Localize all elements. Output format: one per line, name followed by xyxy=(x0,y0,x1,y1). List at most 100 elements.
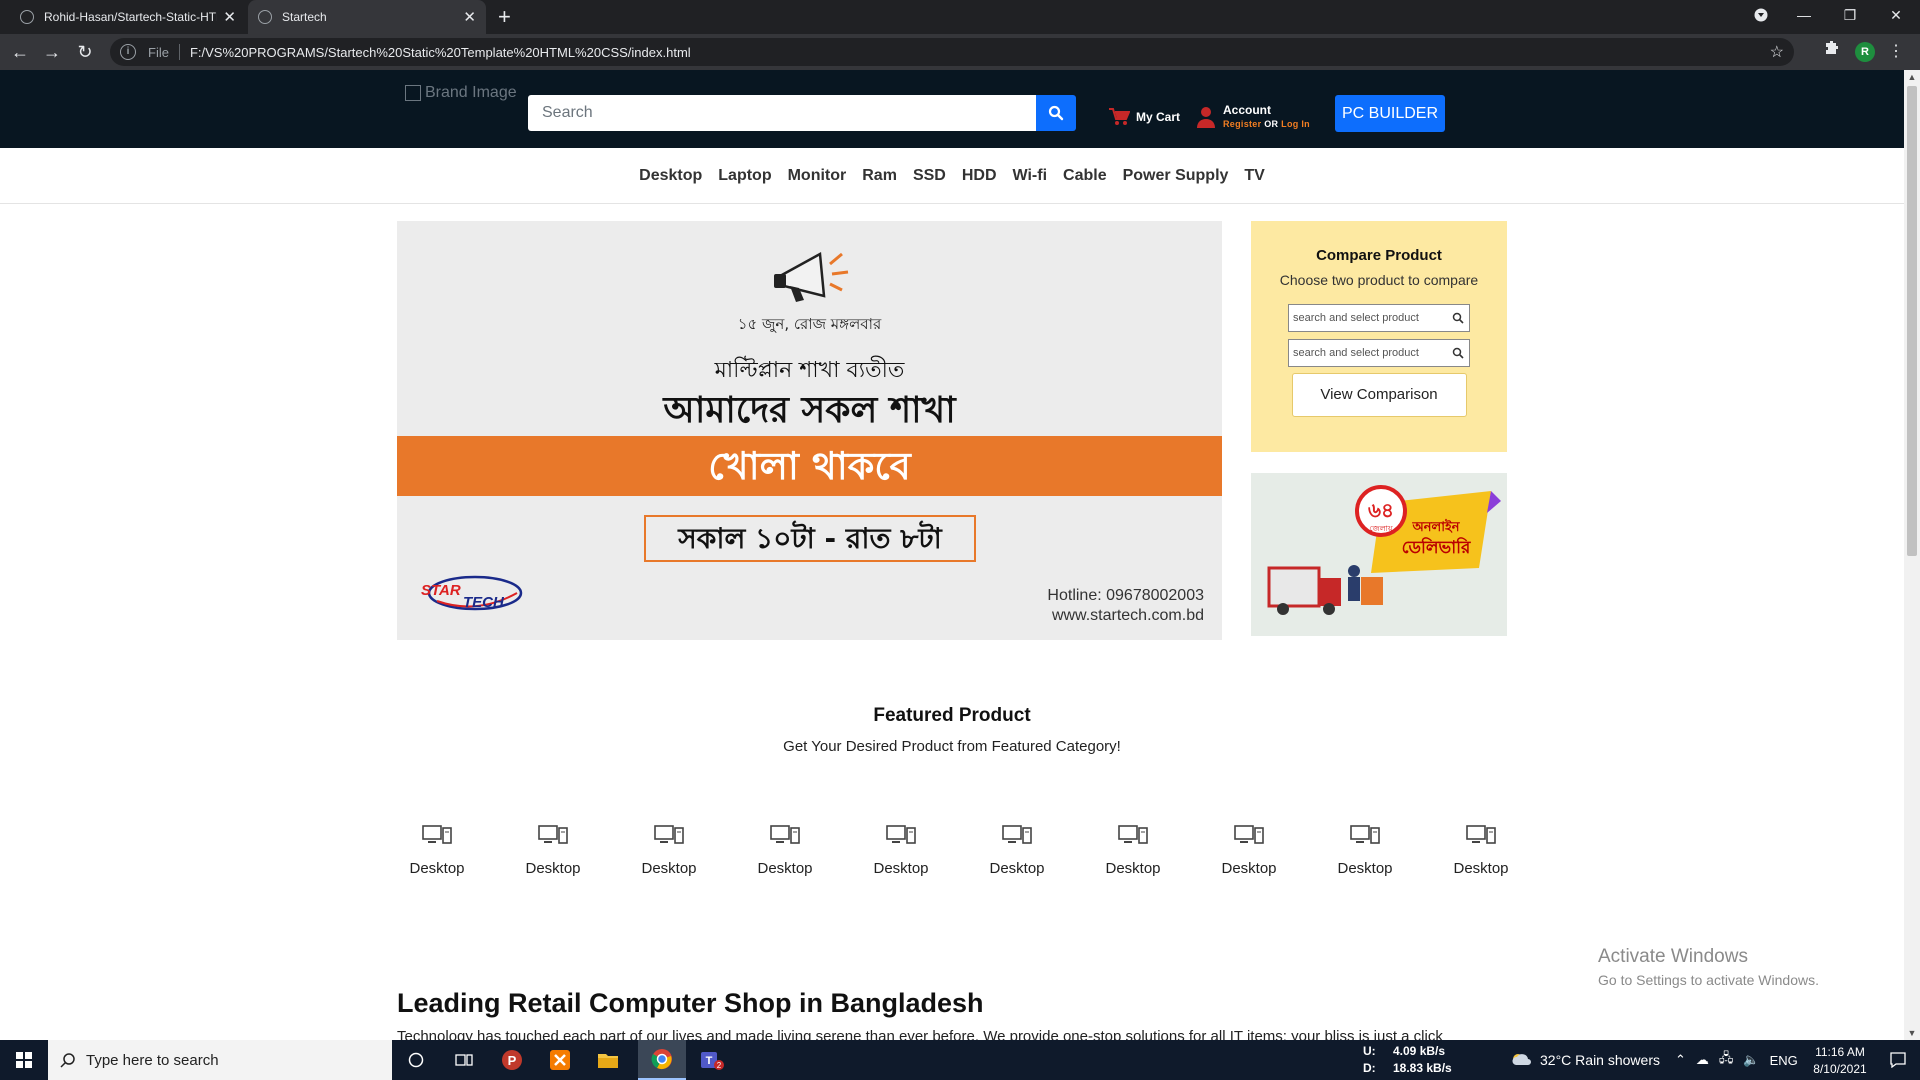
tab-github[interactable]: Rohid-Hasan/Startech-Static-HTML ✕ xyxy=(10,0,246,34)
register-link[interactable]: Register xyxy=(1223,119,1261,129)
minimize-button[interactable]: — xyxy=(1781,0,1827,30)
chrome-icon[interactable] xyxy=(638,1040,686,1080)
svg-text:TECH: TECH xyxy=(463,594,505,611)
megaphone-icon xyxy=(774,251,849,302)
desktop-icon xyxy=(886,825,916,844)
github-icon xyxy=(20,10,34,24)
profile-avatar[interactable]: R xyxy=(1855,42,1875,62)
featured-item[interactable]: Desktop xyxy=(861,824,941,877)
search-input[interactable]: Search xyxy=(528,95,1036,131)
nav-item-desktop[interactable]: Desktop xyxy=(639,167,702,185)
language-indicator[interactable]: ENG xyxy=(1770,1053,1798,1068)
featured-item[interactable]: Desktop xyxy=(1441,824,1521,877)
nav-item-ssd[interactable]: SSD xyxy=(913,167,946,185)
file-explorer-icon[interactable] xyxy=(584,1040,632,1080)
forward-icon[interactable]: → xyxy=(40,40,64,64)
notification-center-button[interactable] xyxy=(1876,1040,1920,1080)
extensions-icon[interactable] xyxy=(1820,40,1844,64)
compare-subtitle: Choose two product to compare xyxy=(1279,272,1479,288)
url-text[interactable]: F:/VS%20PROGRAMS/Startech%20Static%20Tem… xyxy=(190,45,691,60)
menu-dots-icon[interactable]: ⋮ xyxy=(1884,40,1908,64)
network-icon[interactable]: 🖧 xyxy=(1719,1049,1734,1071)
compare-input-2[interactable]: search and select product xyxy=(1288,339,1470,367)
address-bar[interactable]: i File F:/VS%20PROGRAMS/Startech%20Stati… xyxy=(110,38,1794,66)
featured-item-label: Desktop xyxy=(1453,860,1509,877)
featured-item-label: Desktop xyxy=(409,860,465,877)
hero-banner[interactable]: ১৫ জুন, রোজ মঙ্গলবার মাল্টিপ্লান শাখা ব্… xyxy=(397,221,1222,640)
account-text: Account Register OR Log In xyxy=(1223,103,1310,131)
onedrive-icon[interactable]: ☁ xyxy=(1696,1052,1709,1068)
cart-link[interactable]: My Cart xyxy=(1108,107,1180,127)
desktop-icon xyxy=(1118,825,1148,844)
nav-item-laptop[interactable]: Laptop xyxy=(718,167,771,185)
nav-item-hdd[interactable]: HDD xyxy=(962,167,997,185)
back-icon[interactable]: ← xyxy=(8,40,32,64)
featured-item-label: Desktop xyxy=(757,860,813,877)
postman-icon[interactable]: P xyxy=(488,1040,536,1080)
account-link[interactable]: Account Register OR Log In xyxy=(1197,103,1310,131)
reload-icon[interactable]: ↻ xyxy=(73,40,97,64)
restore-button[interactable]: ❐ xyxy=(1827,0,1873,30)
featured-item[interactable]: Desktop xyxy=(629,824,709,877)
nav-item-tv[interactable]: TV xyxy=(1244,167,1264,185)
close-tab-icon[interactable]: ✕ xyxy=(463,8,476,26)
leading-paragraph: Technology has touched each part of our … xyxy=(397,1028,1443,1040)
volume-icon[interactable]: 🔈 xyxy=(1743,1052,1759,1068)
task-view-icon[interactable] xyxy=(440,1040,488,1080)
taskbar-search-placeholder: Type here to search xyxy=(86,1051,219,1069)
xampp-icon[interactable] xyxy=(536,1040,584,1080)
search-button[interactable] xyxy=(1036,95,1076,131)
svg-text:অনলাইন: অনলাইন xyxy=(1412,518,1461,535)
login-link[interactable]: Log In xyxy=(1281,119,1310,129)
account-label: Account xyxy=(1223,103,1271,117)
delivery-ad[interactable]: ৬৪ জেলায় অনলাইন ডেলিভারি xyxy=(1251,473,1507,636)
cortana-icon[interactable] xyxy=(392,1040,440,1080)
nav-item-ram[interactable]: Ram xyxy=(862,167,897,185)
nav-item-monitor[interactable]: Monitor xyxy=(788,167,847,185)
featured-item[interactable]: Desktop xyxy=(1209,824,1289,877)
svg-text:জেলায়: জেলায় xyxy=(1369,524,1393,533)
start-button[interactable] xyxy=(0,1040,48,1080)
nav-item-wifi[interactable]: Wi-fi xyxy=(1013,167,1048,185)
close-window-button[interactable]: ✕ xyxy=(1873,0,1919,30)
close-tab-icon[interactable]: ✕ xyxy=(223,8,236,26)
featured-item[interactable]: Desktop xyxy=(1325,824,1405,877)
featured-subtitle: Get Your Desired Product from Featured C… xyxy=(783,738,1121,755)
banner-strip: খোলা থাকবে xyxy=(397,436,1222,496)
scroll-down-icon[interactable]: ▼ xyxy=(1904,1028,1920,1038)
bookmark-star-icon[interactable]: ☆ xyxy=(1770,42,1784,62)
page-scrollbar[interactable]: ▲ ▼ xyxy=(1904,70,1920,1040)
taskbar-search[interactable]: Type here to search xyxy=(48,1040,392,1080)
featured-title: Featured Product xyxy=(873,705,1031,726)
featured-item[interactable]: Desktop xyxy=(513,824,593,877)
tray-chevron-icon[interactable]: ⌃ xyxy=(1675,1052,1686,1068)
pc-builder-button[interactable]: PC BUILDER xyxy=(1335,95,1445,132)
website-text: www.startech.com.bd xyxy=(1051,607,1204,624)
scheme-label: File xyxy=(148,44,169,60)
view-comparison-button[interactable]: View Comparison xyxy=(1291,373,1467,417)
brand-logo[interactable]: Brand Image xyxy=(405,84,517,102)
featured-item[interactable]: Desktop xyxy=(977,824,1057,877)
browser-tab-strip: Rohid-Hasan/Startech-Static-HTML ✕ Start… xyxy=(0,0,1920,34)
nav-item-power-supply[interactable]: Power Supply xyxy=(1123,167,1229,185)
clock[interactable]: 11:16 AM 8/10/2021 xyxy=(1805,1044,1875,1078)
featured-item[interactable]: Desktop xyxy=(745,824,825,877)
search-icon xyxy=(1452,312,1464,324)
featured-item-label: Desktop xyxy=(873,860,929,877)
scroll-up-icon[interactable]: ▲ xyxy=(1904,72,1920,82)
site-info-icon[interactable]: i xyxy=(120,44,136,60)
media-control-icon[interactable] xyxy=(1738,0,1784,30)
desktop-icon xyxy=(538,825,568,844)
weather-widget[interactable]: 32°C Rain showers xyxy=(1510,1040,1660,1080)
search-icon xyxy=(1048,105,1064,121)
teams-icon[interactable]: T2 xyxy=(688,1040,736,1080)
tab-startech[interactable]: Startech ✕ xyxy=(248,0,486,34)
featured-item[interactable]: Desktop xyxy=(1093,824,1173,877)
compare-input-1[interactable]: search and select product xyxy=(1288,304,1470,332)
featured-item-label: Desktop xyxy=(989,860,1045,877)
nav-item-cable[interactable]: Cable xyxy=(1063,167,1107,185)
new-tab-button[interactable]: + xyxy=(498,4,511,30)
leading-title: Leading Retail Computer Shop in Banglade… xyxy=(397,988,984,1018)
featured-item[interactable]: Desktop xyxy=(397,824,477,877)
scrollbar-thumb[interactable] xyxy=(1907,86,1917,556)
